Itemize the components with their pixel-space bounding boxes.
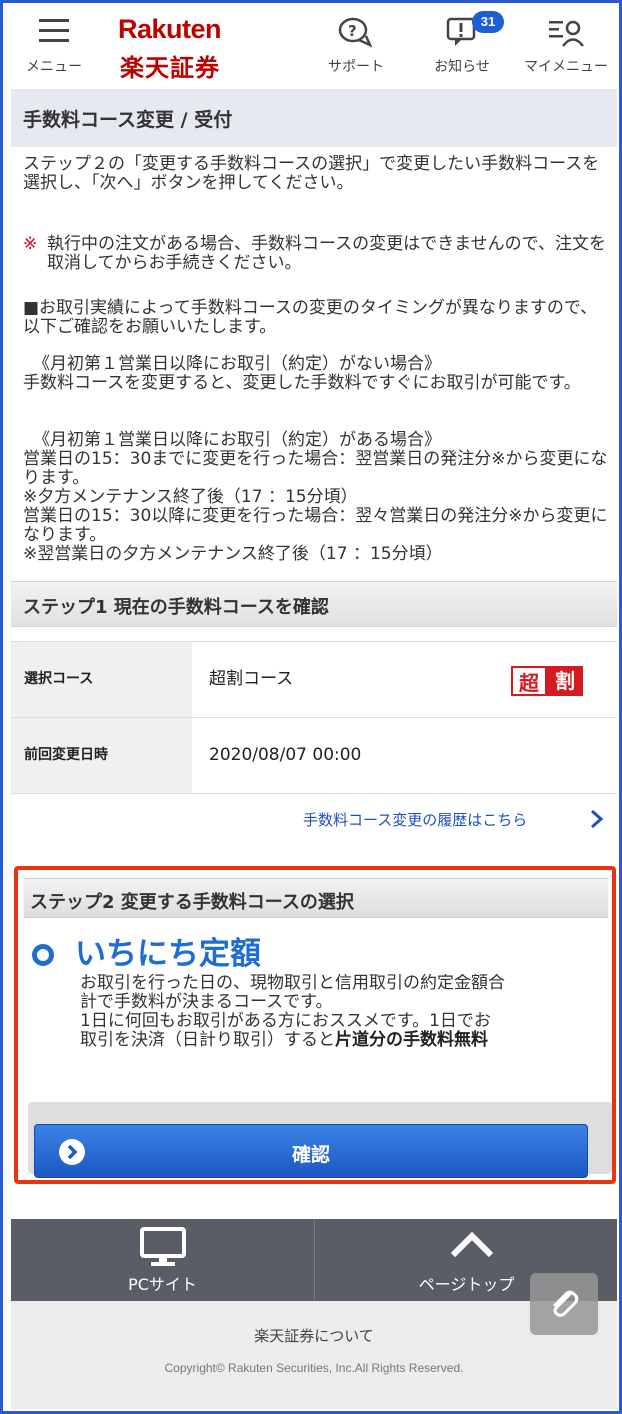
course-desc-line-3: 1日に何回もお取引がある方におススメです。1日でお <box>80 1011 491 1031</box>
intro-case-1: 《月初第１営業日以降にお取引（約定）がない場合》 手数料コースを変更すると、変更… <box>23 355 608 393</box>
course-desc-line-4: 取引を決済（日計り取引）すると片道分の手数料無料 <box>80 1031 612 1050</box>
course-key: 選択コース <box>11 642 192 717</box>
step1-title: ステップ1 現在の手数料コースを確認 <box>23 597 329 618</box>
case-2-line-1: 営業日の15：30までに変更を行った場合：翌営業日の発注分※から変更になります。 <box>23 449 608 488</box>
case-1-title: 《月初第１営業日以降にお取引（約定）がない場合》 <box>33 354 441 374</box>
menu-button[interactable]: メニュー <box>14 6 94 88</box>
course-radio[interactable] <box>32 944 54 966</box>
intro-paragraph-1: ステップ２の「変更する手数料コースの選択」で変更したい手数料コースを選択し、「次… <box>23 154 600 193</box>
news-label: お知らせ <box>434 59 490 75</box>
chowari-badge: 超 割 <box>511 666 583 696</box>
note-mark: ※ <box>23 234 38 254</box>
pc-site-label: PCサイト <box>128 1275 197 1294</box>
page-title: 手数料コース変更 / 受付 <box>23 109 233 131</box>
page-frame: メニュー Rakuten 楽天証券 ? サポート お知らせ 31 マイメニュー … <box>0 0 622 1414</box>
intro-paragraph-3: ■お取引実績によって手数料コースの変更のタイミングが異なりますので、以下ご確認を… <box>23 298 598 337</box>
intro-note-text: 執行中の注文がある場合、手数料コースの変更はできませんので、注文を取消してからお… <box>47 234 606 273</box>
app-header: メニュー Rakuten 楽天証券 ? サポート お知らせ 31 マイメニュー <box>6 6 619 88</box>
svg-text:?: ? <box>348 22 357 40</box>
case-2-line-2: ※夕方メンテナンス終了後（17 ：15分頃） <box>23 487 358 507</box>
menu-label: メニュー <box>26 59 82 75</box>
confirm-label: 確認 <box>291 1144 330 1166</box>
intro-note: ※ 執行中の注文がある場合、手数料コースの変更はできませんので、注文を取消してか… <box>23 235 608 273</box>
rakuten-logo[interactable]: Rakuten 楽天証券 <box>118 14 248 82</box>
case-1-body: 手数料コースを変更すると、変更した手数料ですぐにお取引が可能です。 <box>23 373 581 393</box>
case-2-title: 《月初第１営業日以降にお取引（約定）がある場合》 <box>33 430 441 450</box>
logo-en: Rakuten <box>118 14 222 44</box>
page-title-bar: 手数料コース変更 / 受付 <box>11 89 617 147</box>
chevron-up-icon <box>450 1231 494 1258</box>
course-desc-line-4-a: 取引を決済（日計り取引）すると <box>80 1030 335 1050</box>
course-desc-line-2: 計で手数料が決まるコースです。 <box>80 992 333 1012</box>
mymenu-label: マイメニュー <box>524 59 608 75</box>
step2-highlight-box: ステップ2 変更する手数料コースの選択 いちにち定額 お取引を行った日の、現物取… <box>14 866 616 1184</box>
case-2-line-3: 営業日の15：30以降に変更を行った場合：翌々営業日の発注分※から変更になります… <box>23 506 608 545</box>
monitor-icon <box>140 1227 186 1266</box>
last-changed-value: 2020/08/07 00:00 <box>209 745 362 765</box>
footer-info: 楽天証券について Copyright© Rakuten Securities, … <box>11 1301 617 1409</box>
history-link[interactable]: 手数料コース変更の履歴はこちら <box>303 809 527 830</box>
current-course-table: 選択コース 超割コース 超 割 前回変更日時 2020/08/07 00:00 <box>11 641 617 794</box>
support-label: サポート <box>328 59 384 75</box>
attachment-button[interactable] <box>530 1273 598 1335</box>
mymenu-button[interactable]: マイメニュー <box>516 6 616 88</box>
footer-nav: PCサイト ページトップ <box>11 1219 617 1301</box>
news-count-badge: 31 <box>472 11 504 33</box>
chowari-badge-char-2: 割 <box>547 666 583 696</box>
course-desc-line-1: お取引を行った日の、現物取引と信用取引の約定金額合 <box>80 974 505 993</box>
chowari-badge-char-1: 超 <box>511 666 547 696</box>
copyright: Copyright© Rakuten Securities, Inc.All R… <box>164 1361 464 1375</box>
course-desc-emphasis: 片道分の手数料無料 <box>335 1030 488 1050</box>
chevron-right-icon[interactable] <box>589 809 605 829</box>
confirm-button[interactable]: 確認 <box>34 1124 588 1178</box>
intro-case-2: 《月初第１営業日以降にお取引（約定）がある場合》 営業日の15：30までに変更を… <box>23 431 608 564</box>
course-option-name[interactable]: いちにち定額 <box>75 928 261 973</box>
course-value: 超割コース <box>209 669 294 689</box>
step2-title: ステップ2 変更する手数料コースの選択 <box>30 892 354 913</box>
paperclip-icon <box>553 1290 579 1317</box>
about-link[interactable]: 楽天証券について <box>11 1325 617 1346</box>
logo-jp: 楽天証券 <box>120 54 220 82</box>
step1-header: ステップ1 現在の手数料コースを確認 <box>11 581 617 627</box>
pc-site-button[interactable]: PCサイト <box>11 1219 314 1301</box>
table-row: 前回変更日時 2020/08/07 00:00 <box>11 718 617 794</box>
support-icon: ? <box>338 17 373 48</box>
support-button[interactable]: ? サポート <box>316 6 396 88</box>
case-2-line-4: ※翌営業日の夕方メンテナンス終了後（17 ：15分頃） <box>23 544 443 564</box>
table-row: 選択コース 超割コース 超 割 <box>11 642 617 718</box>
course-description: お取引を行った日の、現物取引と信用取引の約定金額合 計で手数料が決まるコースです… <box>80 974 612 1050</box>
step2-header: ステップ2 変更する手数料コースの選択 <box>24 878 608 918</box>
last-changed-key: 前回変更日時 <box>11 718 192 793</box>
hamburger-icon <box>39 19 69 42</box>
user-menu-icon <box>549 20 584 47</box>
